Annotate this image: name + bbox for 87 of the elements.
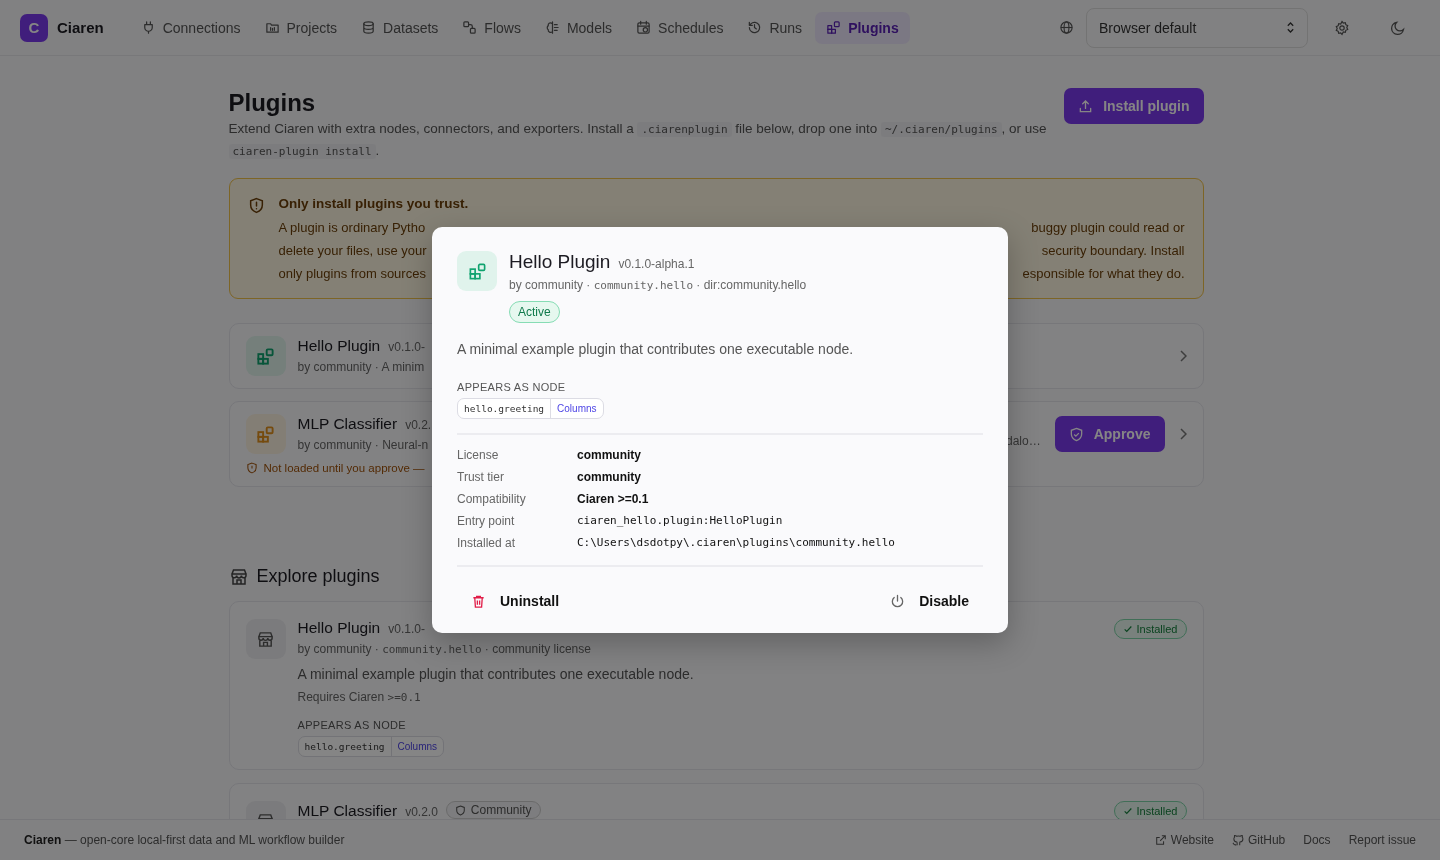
node-chip: hello.greeting Columns	[297, 736, 445, 757]
section-label: APPEARS AS NODE	[297, 719, 407, 731]
detail-value: C:\Users\dsdotpy\.ciaren\plugins\community.hello	[577, 536, 895, 549]
blocks-icon	[467, 261, 487, 281]
plugin-meta: by community · Neural-n	[297, 438, 429, 452]
history-icon	[747, 20, 763, 35]
dialog-title: Hello Plugin	[509, 251, 611, 273]
status-badge: Active	[509, 301, 560, 323]
warning-text: buggy plugin could read or	[1031, 219, 1185, 237]
gear-icon	[1334, 19, 1350, 36]
trust-tier-badge: Community	[445, 801, 541, 819]
plugin-description: A minimal example plugin that contributes one executable node.	[297, 666, 695, 682]
plugin-meta: by community · community.hello · community license	[297, 642, 591, 656]
section-label: APPEARS AS NODE	[457, 381, 567, 393]
blocks-icon	[826, 20, 842, 35]
detail-value: ciaren_hello.plugin:HelloPlugin	[577, 514, 783, 527]
shield-check-icon	[1068, 426, 1084, 442]
shield-alert-icon	[245, 462, 258, 474]
calendar-clock-icon	[636, 20, 652, 35]
footer-link[interactable]: Docs	[1303, 833, 1331, 847]
flow-icon	[462, 20, 478, 35]
language-select[interactable]: Browser default	[1086, 7, 1308, 48]
page-title: Plugins	[228, 88, 317, 118]
detail-label: Trust tier	[457, 469, 505, 485]
warning-text: delete your files, use your	[278, 242, 427, 260]
warning-text: A plugin is ordinary Pytho	[278, 219, 426, 237]
detail-label: Entry point	[457, 513, 516, 529]
warning-title: Only install plugins you trust.	[278, 196, 470, 211]
plugin-version: v0.2.	[405, 418, 432, 432]
requirement-text: Requires Ciaren >=0.1	[297, 690, 421, 704]
footer-text: Ciaren — open-core local-first data and ML workflow builder	[24, 833, 345, 847]
folder-icon	[264, 20, 280, 35]
detail-label: Installed at	[457, 535, 517, 551]
detail-label: License	[457, 447, 500, 463]
nav-tab[interactable]: Schedules	[625, 11, 735, 44]
detail-value: community	[577, 470, 641, 484]
footer-link[interactable]: Website	[1154, 833, 1214, 847]
warning-text: esponsible for what they do.	[1022, 265, 1185, 283]
installed-badge: Installed	[1113, 801, 1187, 819]
warning-text: security boundary. Install	[1041, 242, 1185, 260]
node-chip: hello.greeting Columns	[457, 398, 604, 419]
app-logo[interactable]: C	[20, 13, 48, 42]
plugin-version: v0.1.0-alpha.1	[618, 257, 695, 271]
app-name[interactable]: Ciaren	[57, 19, 104, 36]
install-plugin-button[interactable]: Install plugin	[1064, 88, 1204, 124]
shield-alert-icon	[247, 197, 265, 214]
plugin-name: Hello Plugin	[297, 619, 381, 637]
github-icon	[1231, 834, 1244, 846]
plugin-name: MLP Classifier	[297, 801, 398, 819]
nav-tab[interactable]: Runs	[736, 11, 814, 44]
approve-button[interactable]: Approve	[1054, 416, 1165, 452]
plugin-meta: by community · community.hello · dir:community.hello	[509, 278, 807, 292]
footer-link[interactable]: GitHub	[1231, 833, 1286, 847]
plugin-version: v0.1.0-	[388, 622, 425, 636]
nav-tab[interactable]: Plugins	[815, 11, 910, 44]
caret-icon	[1286, 21, 1295, 34]
trash-icon	[471, 593, 486, 609]
installed-badge: Installed	[1113, 619, 1187, 639]
power-icon	[890, 593, 906, 609]
chevron-right-icon	[1178, 350, 1187, 362]
nav-tab[interactable]: Models	[533, 11, 624, 44]
plugin-name: MLP Classifier	[297, 415, 398, 433]
plugin-version: v0.1.0-	[388, 340, 425, 354]
warning-text: only plugins from sources	[278, 265, 426, 283]
database-icon	[361, 20, 377, 35]
uninstall-button[interactable]: Uninstall	[469, 587, 562, 615]
chevron-right-icon	[1178, 428, 1187, 440]
page-description: Extend Ciaren with extra nodes, connectors, and exporters. Install a .ciarenplugin file below, drop one into ~/.ciaren/plugins , or use ciaren-plugin install .	[228, 120, 1048, 161]
globe-icon	[1059, 20, 1074, 35]
plugin-version: v0.2.0	[405, 804, 438, 819]
moon-icon	[1390, 19, 1406, 36]
nav-tab[interactable]: Flows	[451, 11, 532, 44]
plugin-meta: by community · A minim	[297, 360, 425, 374]
footer-link[interactable]: Report issue	[1348, 833, 1416, 847]
nav-tab[interactable]: Connections	[129, 11, 252, 44]
section-title: Explore plugins	[256, 566, 380, 587]
plugin-description: A minimal example plugin that contributes one executable node.	[457, 341, 855, 357]
approval-note: Not loaded until you approve —	[263, 462, 425, 474]
upload-icon	[1078, 98, 1094, 114]
plugin-name: Hello Plugin	[297, 337, 381, 355]
detail-value: Ciaren >=0.1	[577, 492, 649, 506]
external-link-icon	[1154, 834, 1167, 846]
disable-button[interactable]: Disable	[888, 587, 971, 615]
detail-label: Compatibility	[457, 491, 527, 507]
nav-tab[interactable]: Projects	[253, 11, 349, 44]
detail-value: community	[577, 448, 641, 462]
nav-tab[interactable]: Datasets	[350, 11, 450, 44]
